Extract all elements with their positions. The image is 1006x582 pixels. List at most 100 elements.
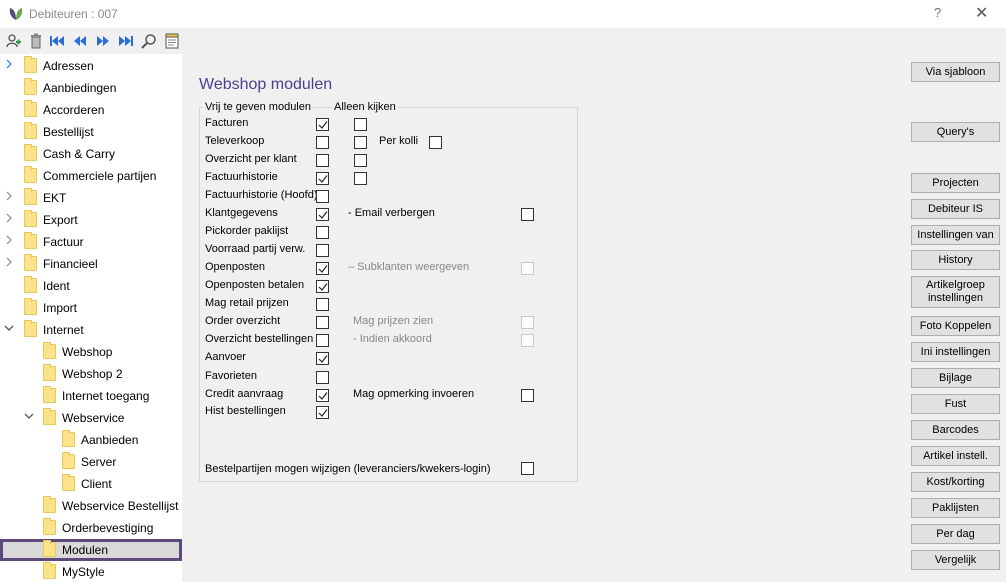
folder-icon: [43, 386, 56, 403]
last-icon[interactable]: [117, 32, 135, 50]
module-checkbox-aanvoer[interactable]: [316, 352, 329, 365]
per-kolli-checkbox[interactable]: [429, 136, 442, 149]
projecten-button[interactable]: Projecten: [911, 173, 1000, 193]
page-title: Webshop modulen: [199, 76, 333, 93]
folder-icon: [43, 562, 56, 579]
module-checkbox-openposten-betalen[interactable]: [316, 280, 329, 293]
module-checkbox-voorraad-partij-verw[interactable]: [316, 244, 329, 257]
tree-item-ident[interactable]: Ident: [0, 275, 182, 297]
tree-item-label: Bestellijst: [43, 125, 94, 139]
previous-icon[interactable]: [71, 32, 89, 50]
tree-item-modulen[interactable]: Modulen: [0, 539, 182, 561]
chevron-right-icon[interactable]: [4, 213, 14, 225]
tree-item-webshop[interactable]: Webshop: [0, 341, 182, 363]
close-button[interactable]: ✕: [975, 3, 988, 23]
notes-icon[interactable]: [163, 32, 181, 50]
module-checkbox-credit-aanvraag[interactable]: [316, 389, 329, 402]
chevron-down-icon[interactable]: [4, 323, 14, 335]
chevron-right-icon[interactable]: [4, 59, 14, 71]
module-label-hist-bestellingen: Hist bestellingen: [205, 405, 286, 417]
search-icon[interactable]: [140, 32, 158, 50]
delete-icon[interactable]: [27, 32, 45, 50]
tree-item-label: Import: [43, 301, 78, 315]
tree-item-internet-toegang[interactable]: Internet toegang: [0, 385, 182, 407]
indien-akkoord-checkbox: [521, 334, 534, 347]
tree-item-aanbieden[interactable]: Aanbieden: [0, 429, 182, 451]
chevron-down-icon[interactable]: [24, 411, 34, 423]
module-checkbox-order-overzicht[interactable]: [316, 316, 329, 329]
tree-item-label: Client: [81, 477, 112, 491]
tree-item-server[interactable]: Server: [0, 451, 182, 473]
view-only-checkbox-televerkoop[interactable]: [354, 136, 367, 149]
bijlage-button[interactable]: Bijlage: [911, 368, 1000, 388]
folder-icon: [43, 496, 56, 513]
folder-icon: [24, 320, 37, 337]
module-checkbox-factuurhistorie-hoofd[interactable]: [316, 190, 329, 203]
tree-item-adressen[interactable]: Adressen: [0, 55, 182, 77]
artikelgroep-button[interactable]: Artikelgroep instellingen: [911, 276, 1000, 308]
module-checkbox-pickorder-paklijst[interactable]: [316, 226, 329, 239]
help-button[interactable]: ?: [934, 5, 941, 20]
tree-item-webservice[interactable]: Webservice: [0, 407, 182, 429]
tree-item-bestellijst[interactable]: Bestellijst: [0, 121, 182, 143]
ini-instellingen-button[interactable]: Ini instellingen: [911, 342, 1000, 362]
module-checkbox-overzicht-per-klant[interactable]: [316, 154, 329, 167]
module-label-klantgegevens: Klantgegevens: [205, 207, 278, 219]
view-only-checkbox-facturen[interactable]: [354, 118, 367, 131]
vergelijk-button[interactable]: Vergelijk: [911, 550, 1000, 570]
module-checkbox-facturen[interactable]: [316, 118, 329, 131]
tree-item-webshop-2[interactable]: Webshop 2: [0, 363, 182, 385]
per-dag-button[interactable]: Per dag: [911, 524, 1000, 544]
next-icon[interactable]: [94, 32, 112, 50]
module-checkbox-favorieten[interactable]: [316, 371, 329, 384]
tree-item-factuur[interactable]: Factuur: [0, 231, 182, 253]
debiteur-is-button[interactable]: Debiteur IS: [911, 199, 1000, 219]
add-user-icon[interactable]: [4, 32, 22, 50]
mag-opmerking-checkbox[interactable]: [521, 389, 534, 402]
instellingen-van-button[interactable]: Instellingen van: [911, 225, 1000, 245]
tree-item-cash-carry[interactable]: Cash & Carry: [0, 143, 182, 165]
tree-item-import[interactable]: Import: [0, 297, 182, 319]
tree-item-label: Webshop 2: [62, 367, 123, 381]
module-checkbox-televerkoop[interactable]: [316, 136, 329, 149]
bestelpartijen-checkbox[interactable]: [521, 462, 534, 475]
module-checkbox-klantgegevens[interactable]: [316, 208, 329, 221]
view-only-checkbox-factuurhistorie[interactable]: [354, 172, 367, 185]
chevron-right-icon[interactable]: [4, 235, 14, 247]
module-checkbox-overzicht-bestellingen[interactable]: [316, 334, 329, 347]
module-label-overzicht-bestellingen: Overzicht bestellingen: [205, 333, 314, 345]
tree-item-financieel[interactable]: Financieel: [0, 253, 182, 275]
tree-item-client[interactable]: Client: [0, 473, 182, 495]
module-checkbox-factuurhistorie[interactable]: [316, 172, 329, 185]
module-checkbox-openposten[interactable]: [316, 262, 329, 275]
tree-item-orderbevestiging[interactable]: Orderbevestiging: [0, 517, 182, 539]
tree-item-commerciele-partijen[interactable]: Commerciele partijen: [0, 165, 182, 187]
via-sjabloon-button[interactable]: Via sjabloon: [911, 62, 1000, 82]
view-only-checkbox-overzicht-per-klant[interactable]: [354, 154, 367, 167]
module-checkbox-mag-retail-prijzen[interactable]: [316, 298, 329, 311]
kost-korting-button[interactable]: Kost/korting: [911, 472, 1000, 492]
tree-item-ekt[interactable]: EKT: [0, 187, 182, 209]
querys-button[interactable]: Query's: [911, 122, 1000, 142]
tree-item-label: Ident: [43, 279, 70, 293]
module-checkbox-hist-bestellingen[interactable]: [316, 406, 329, 419]
fust-button[interactable]: Fust: [911, 394, 1000, 414]
tree-item-internet[interactable]: Internet: [0, 319, 182, 341]
tree-item-label: Commerciele partijen: [43, 169, 157, 183]
email-verbergen-checkbox[interactable]: [521, 208, 534, 221]
first-icon[interactable]: [48, 32, 66, 50]
tree-item-export[interactable]: Export: [0, 209, 182, 231]
foto-koppelen-button[interactable]: Foto Koppelen: [911, 316, 1000, 336]
chevron-right-icon[interactable]: [4, 257, 14, 269]
tree-item-aanbiedingen[interactable]: Aanbiedingen: [0, 77, 182, 99]
paklijsten-button[interactable]: Paklijsten: [911, 498, 1000, 518]
chevron-right-icon[interactable]: [4, 191, 14, 203]
barcodes-button[interactable]: Barcodes: [911, 420, 1000, 440]
history-button[interactable]: History: [911, 250, 1000, 270]
tree-item-mystyle[interactable]: MyStyle: [0, 561, 182, 582]
subklanten-checkbox: [521, 262, 534, 275]
artikel-instell-button[interactable]: Artikel instell.: [911, 446, 1000, 466]
tree-item-accorderen[interactable]: Accorderen: [0, 99, 182, 121]
tree-item-webservice-bestellijst[interactable]: Webservice Bestellijst: [0, 495, 182, 517]
tree-item-label: Internet: [43, 323, 84, 337]
